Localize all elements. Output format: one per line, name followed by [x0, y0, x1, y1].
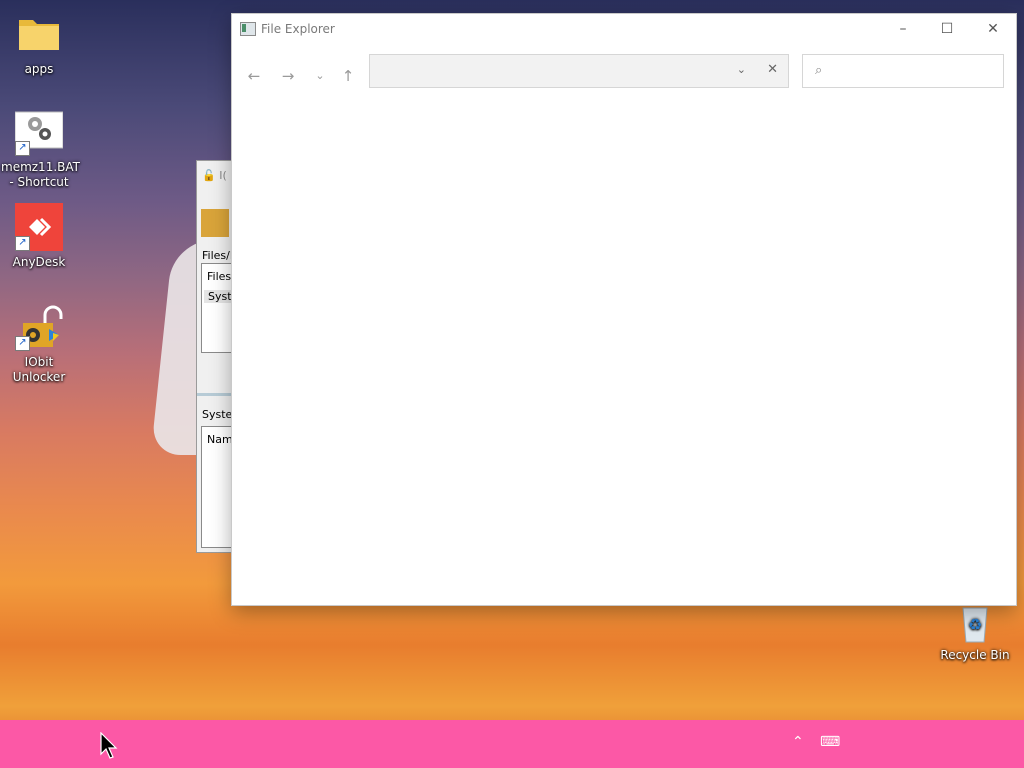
lock-icon: 🔓 — [202, 169, 216, 182]
chevron-up-icon[interactable]: ⌃ — [792, 734, 804, 750]
window-title: File Explorer — [261, 22, 335, 36]
anydesk-icon: ↗ — [15, 203, 63, 251]
up-button[interactable]: ↑ — [334, 64, 362, 88]
title-bar[interactable]: File Explorer – ☐ ✕ — [232, 14, 1016, 44]
recycle-bin-icon: ♻ — [951, 604, 999, 644]
desktop-icon-recycle-bin[interactable]: ♻ Recycle Bin — [937, 604, 1013, 663]
desktop-icon-label: AnyDesk — [12, 255, 66, 269]
file-explorer-window[interactable]: File Explorer – ☐ ✕ ← → ⌄ ↑ ⌄ ✕ ⌕ — [232, 14, 1016, 605]
desktop-icon-anydesk[interactable]: ↗ AnyDesk — [1, 203, 77, 270]
desktop-icon-apps[interactable]: apps — [1, 10, 77, 77]
files-list-header: Files/ — [207, 270, 235, 283]
recent-locations-button[interactable]: ⌄ — [306, 64, 334, 88]
maximize-button[interactable]: ☐ — [924, 14, 970, 44]
svg-text:♻: ♻ — [968, 615, 982, 634]
iobit-lock-icon: ↗ — [15, 303, 63, 351]
desktop-icon-label: Recycle Bin — [940, 648, 1010, 662]
mouse-cursor-icon — [100, 732, 118, 759]
clear-address-button[interactable]: ✕ — [767, 62, 778, 77]
back-button[interactable]: ← — [240, 64, 268, 88]
desktop-icon-iobit-unlocker[interactable]: ↗ IObit Unlocker — [1, 303, 77, 385]
minimize-button[interactable]: – — [880, 14, 926, 44]
search-icon: ⌕ — [815, 63, 823, 78]
gear-shortcut-icon: ↗ — [14, 108, 64, 156]
iobit-logo-icon — [201, 209, 229, 237]
taskbar[interactable]: ⌃ ⌨ — [0, 720, 1024, 768]
content-area[interactable] — [232, 90, 1016, 605]
search-box[interactable]: ⌕ — [802, 54, 1004, 88]
close-button[interactable]: ✕ — [970, 14, 1016, 44]
desktop-icon-label: IObit Unlocker — [12, 355, 66, 384]
chevron-down-icon[interactable]: ⌄ — [737, 63, 746, 76]
forward-button[interactable]: → — [274, 64, 302, 88]
shortcut-arrow-icon: ↗ — [15, 236, 30, 251]
desktop-icon-label: apps — [24, 62, 54, 76]
shortcut-arrow-icon: ↗ — [15, 141, 30, 156]
file-explorer-app-icon — [240, 22, 256, 36]
keyboard-icon[interactable]: ⌨ — [820, 734, 840, 750]
desktop-icon-memz-shortcut[interactable]: ↗ memz11.BAT - Shortcut — [1, 108, 80, 190]
shortcut-arrow-icon: ↗ — [15, 336, 30, 351]
folder-icon — [15, 10, 63, 58]
address-bar[interactable]: ⌄ ✕ — [369, 54, 789, 88]
iobit-title: 🔓 I( — [202, 169, 227, 182]
desktop-icon-label: memz11.BAT - Shortcut — [1, 160, 80, 189]
